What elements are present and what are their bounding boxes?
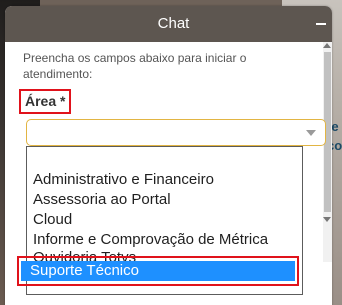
area-select[interactable] <box>26 119 326 146</box>
dropdown-option-highlighted[interactable]: Suporte Técnico <box>21 261 295 281</box>
area-label-text: Área <box>25 93 57 109</box>
area-field-label: Área * <box>19 89 72 114</box>
dropdown-option[interactable]: Cloud <box>33 210 72 230</box>
dropdown-option-highlighted-annotation: Suporte Técnico <box>17 256 299 286</box>
chat-header[interactable]: Chat <box>5 6 332 42</box>
chat-title: Chat <box>157 15 190 32</box>
intro-text: Preencha os campos abaixo para iniciar o… <box>23 51 247 81</box>
dropdown-option[interactable]: Administrativo e Financeiro <box>33 170 214 190</box>
dropdown-option[interactable]: Informe e Comprovação de Métrica <box>33 230 268 250</box>
dropdown-option[interactable]: Assessoria ao Portal <box>33 190 171 210</box>
required-marker: * <box>60 93 66 109</box>
scrollbar[interactable] <box>323 42 332 262</box>
scroll-down-icon[interactable] <box>323 217 331 222</box>
minimize-icon[interactable] <box>316 23 326 25</box>
scroll-up-icon[interactable] <box>323 43 331 48</box>
chevron-down-icon[interactable] <box>306 130 316 136</box>
